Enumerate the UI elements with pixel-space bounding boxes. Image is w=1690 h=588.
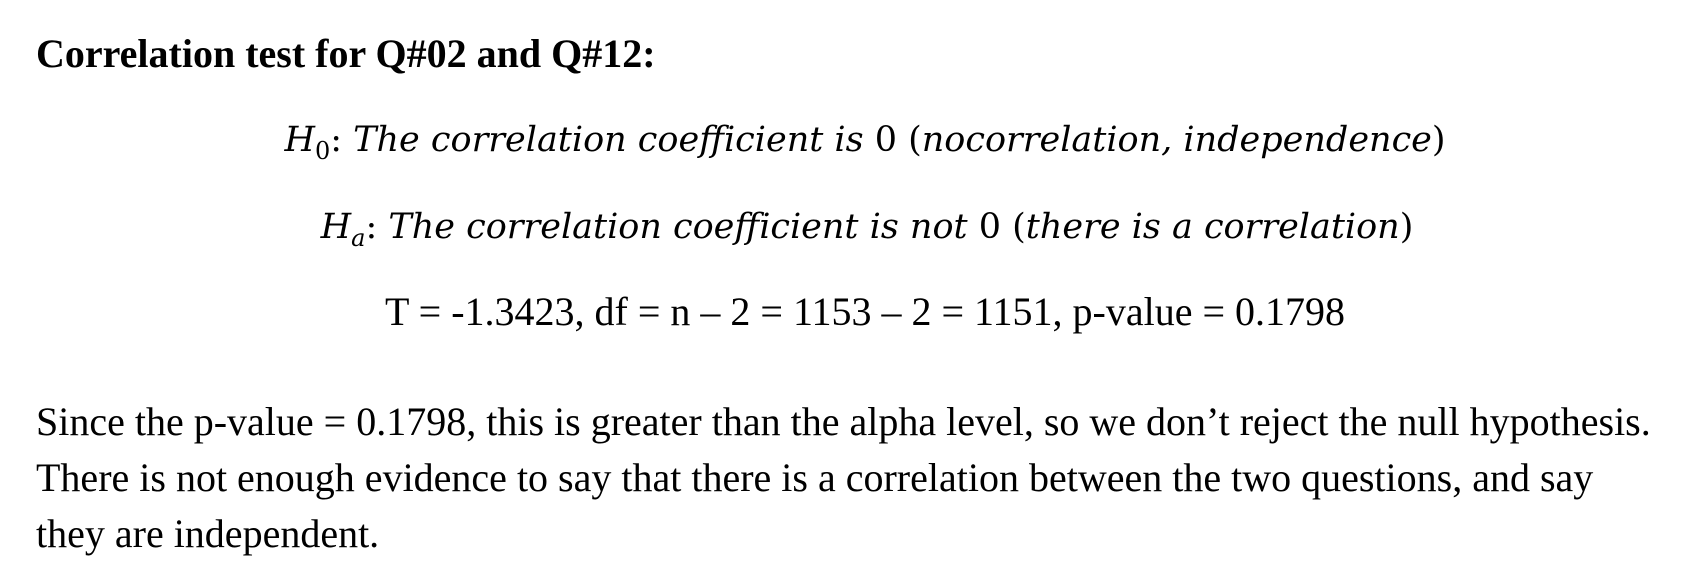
h0-paren-open: ( xyxy=(896,120,922,160)
ha-paren-text: there is a correlation xyxy=(1025,207,1400,247)
h0-symbol: H xyxy=(284,120,315,160)
ha-symbol: H xyxy=(320,207,352,247)
alternative-hypothesis: Ha: The correlation coefficient is not 0… xyxy=(0,202,1690,252)
ha-statement: The correlation coefficient is not xyxy=(377,207,979,247)
h0-paren-text: nocorrelation, independence xyxy=(921,120,1432,160)
h0-statement: The correlation coefficient is xyxy=(342,120,875,160)
test-statistics: T = -1.3423, df = n – 2 = 1153 – 2 = 115… xyxy=(384,289,1346,334)
ha-paren-close: ) xyxy=(1399,207,1414,247)
document-page: Correlation test for Q#02 and Q#12: H0: … xyxy=(0,0,1690,588)
ha-subscript: a xyxy=(351,224,366,252)
h0-subscript: 0 xyxy=(314,137,331,165)
section-heading: Correlation test for Q#02 and Q#12: xyxy=(36,31,656,76)
ha-paren-open: ( xyxy=(1001,207,1026,247)
h0-paren-close: ) xyxy=(1431,120,1446,160)
null-hypothesis: H0: The correlation coefficient is 0 (no… xyxy=(0,115,1690,165)
h0-zero: 0 xyxy=(874,120,897,160)
ha-colon: : xyxy=(365,207,378,247)
h0-colon: : xyxy=(330,120,343,160)
ha-zero: 0 xyxy=(978,207,1001,247)
conclusion-paragraph: Since the p-value = 0.1798, this is grea… xyxy=(36,399,1651,556)
